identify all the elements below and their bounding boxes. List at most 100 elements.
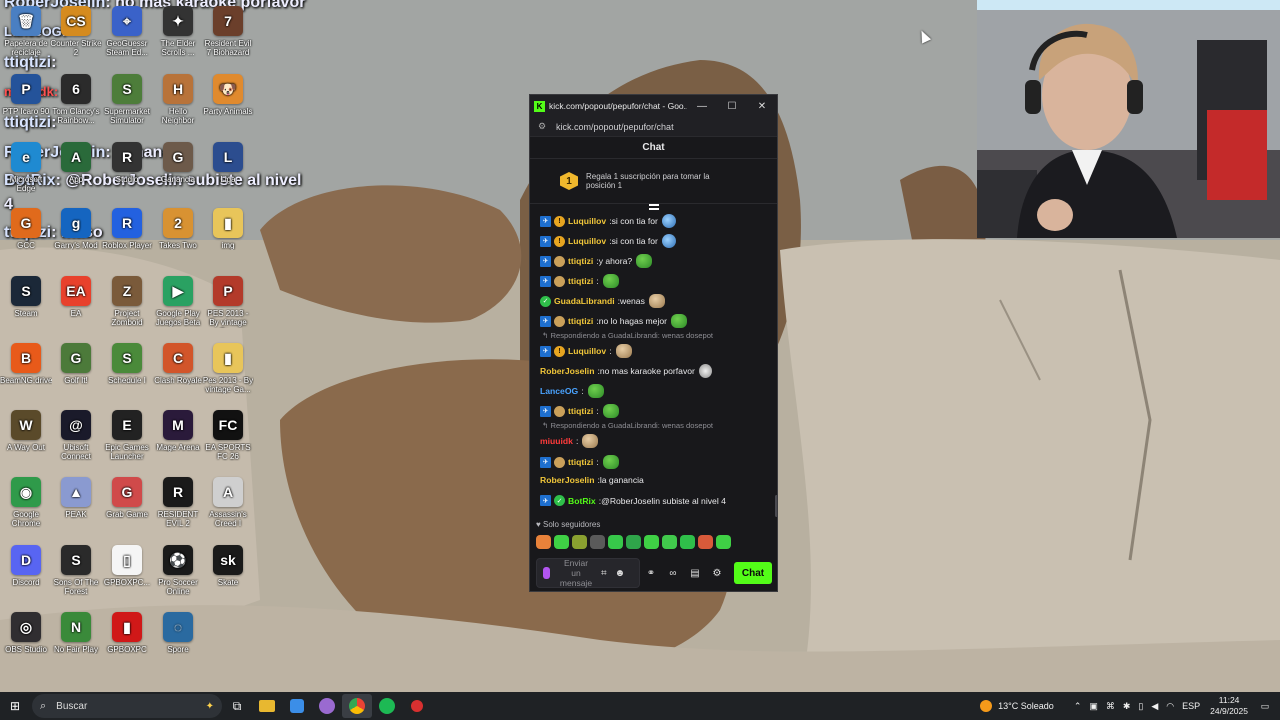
chat-message[interactable]: ✈! Luquillov: [540, 344, 632, 358]
chat-message[interactable]: ✈ ttiqtizi: [540, 455, 619, 469]
chrome-taskbar-icon[interactable] [342, 694, 372, 718]
desktop-icon[interactable]: CS Counter Strike 2 [50, 6, 102, 68]
desktop-icon[interactable]: D Discord [0, 545, 52, 607]
chat-username[interactable]: ttiqtizi [568, 457, 593, 467]
desktop-icon[interactable]: R RESIDENT EVIL 2 [152, 477, 204, 539]
send-chat-button[interactable]: Chat [734, 562, 772, 584]
chat-username[interactable]: GuadaLibrandi [554, 296, 615, 306]
desktop-icon[interactable]: ▮ GPBOXPC [101, 612, 153, 674]
taskbar-search[interactable]: ⌕ Buscar ✦ [32, 694, 222, 718]
chat-username[interactable]: miuuidk [540, 436, 573, 446]
desktop-icon[interactable]: ▯ GPBOXPC... [101, 545, 153, 607]
chat-username[interactable]: ttiqtizi [568, 316, 593, 326]
chat-message[interactable]: ✈ ✓ BotRix: @RoberJoselin subiste al nivel… [540, 495, 726, 506]
desktop-icon[interactable]: ◉ Google Chrome [0, 477, 52, 539]
chat-username[interactable]: Luquillov [568, 346, 606, 356]
desktop-icon[interactable]: S Sons Of The Forest [50, 545, 102, 607]
chat-message[interactable]: ✈ ttiqtizi: [540, 274, 619, 288]
emote-icon[interactable] [554, 535, 569, 549]
reply-context[interactable]: ↰ Respondiendo a GuadaLibrandi: wenas do… [542, 331, 713, 340]
desktop-icon[interactable]: @ Ubisoft Connect [50, 410, 102, 472]
desktop-icon[interactable]: Z Project Zomboid [101, 276, 153, 338]
desktop-icon[interactable]: P PTP Icaro 90 [0, 74, 52, 136]
chat-username[interactable]: ttiqtizi [568, 276, 593, 286]
chat-input[interactable]: Enviar un mensaje ⌗ ☻ [536, 558, 640, 588]
chat-username[interactable]: RoberJoselin [540, 366, 594, 376]
chat-message[interactable]: ✈ ttiqtizi: no lo hagas mejor [540, 314, 688, 328]
chat-message[interactable]: RoberJoselin: no mas karaoke porfavor [540, 364, 712, 378]
desktop-icon[interactable]: ⚽ Pro Soccer Online [152, 545, 204, 607]
desktop-icon[interactable]: FC EA SPORTS FC 26 [202, 410, 254, 472]
desktop-icon[interactable]: ◎ OBS Studio [0, 612, 52, 674]
address-bar[interactable]: ⚙ kick.com/popout/pepufor/chat [530, 117, 777, 137]
chat-message[interactable]: ✈! Luquillov: si con tia for [540, 214, 676, 228]
chat-username[interactable]: BotRix [568, 496, 596, 506]
file-explorer-icon[interactable] [252, 694, 282, 718]
speaker-icon[interactable]: ◀ [1151, 701, 1158, 712]
emote-icon[interactable] [644, 535, 659, 549]
chat-username[interactable]: RoberJoselin [540, 475, 594, 485]
desktop-icon[interactable]: ▶ Google Play Juegos Beta [152, 276, 204, 338]
emote-icon[interactable] [662, 535, 677, 549]
chat-username[interactable]: ttiqtizi [568, 256, 593, 266]
collapse-handle-icon[interactable] [649, 204, 659, 210]
weather-widget[interactable]: 13°C Soleado [980, 700, 1054, 712]
settings-gear-icon[interactable]: ⚙ [706, 568, 728, 579]
desktop-icon[interactable]: P PES 2013 - By vintage Ga... [202, 276, 254, 338]
chat-username[interactable]: Luquillov [568, 236, 606, 246]
share-icon[interactable]: ⚭ [640, 568, 662, 579]
desktop-icon[interactable]: S Steam [0, 276, 52, 338]
desktop-icon[interactable]: ▮ img [202, 208, 254, 270]
desktop-icon[interactable]: ◌ Spore [152, 612, 204, 674]
maximize-icon[interactable]: ☐ [717, 101, 747, 112]
desktop-icon[interactable]: S Supermarket Simulator [101, 74, 153, 136]
link-icon[interactable]: ∞ [662, 568, 684, 579]
chat-message-list[interactable]: ✈! Luquillov: si con tia for ✈! Luquillov: … [530, 212, 770, 512]
emote-icon[interactable] [536, 535, 551, 549]
desktop-icon[interactable]: ⌖ GeoGuessr Steam Ed... [101, 6, 153, 68]
desktop-icon[interactable]: G Ganancia [152, 142, 204, 204]
obs-taskbar-icon[interactable] [312, 694, 342, 718]
close-icon[interactable]: ✕ [747, 101, 777, 112]
desktop-icon[interactable]: sk Skate [202, 545, 254, 607]
desktop-icon[interactable]: ▲ PEAK [50, 477, 102, 539]
desktop-icon[interactable]: M Mage Arena [152, 410, 204, 472]
desktop-icon[interactable]: ▮ Pes 2013 - By vintage Ga... [202, 343, 254, 405]
desktop-icon[interactable]: 🗑 Papelera de reciclaje [0, 6, 52, 68]
desktop-icon[interactable]: ✦ The Elder Scrolls ... [152, 6, 204, 68]
desktop-icon[interactable]: 🐶 Party Animals [202, 74, 254, 136]
desktop-icon[interactable]: S Schedule I [101, 343, 153, 405]
emote-icon[interactable] [608, 535, 623, 549]
emote-icon[interactable] [572, 535, 587, 549]
desktop-icon[interactable]: A Assassin's Creed I [202, 477, 254, 539]
microphone-icon[interactable]: ▯ [1138, 701, 1143, 712]
desktop-icon[interactable]: G GCC [0, 208, 52, 270]
window-titlebar[interactable]: K kick.com/popout/pepufor/chat - Goo... … [530, 95, 777, 117]
desktop-icon[interactable]: A App [50, 142, 102, 204]
chat-message[interactable]: miuuidk: [540, 434, 599, 448]
microsoft-store-icon[interactable] [282, 694, 312, 718]
desktop-icon[interactable]: G Grab Game [101, 477, 153, 539]
desktop-icon[interactable]: G Golf It! [50, 343, 102, 405]
network-icon[interactable]: ⌘ [1106, 701, 1115, 712]
app-taskbar-icon[interactable] [402, 694, 432, 718]
desktop-icon[interactable]: R Studio [101, 142, 153, 204]
site-settings-icon[interactable]: ⚙ [538, 121, 550, 132]
desktop-icon[interactable]: EA EA [50, 276, 102, 338]
chat-message[interactable]: RoberJoselin: la ganancia [540, 475, 644, 485]
chat-scrollbar[interactable] [775, 495, 777, 517]
emote-icon[interactable] [716, 535, 731, 549]
mic-icon[interactable] [543, 567, 550, 579]
desktop-icon[interactable]: B BeamNG.drive [0, 343, 52, 405]
minimize-icon[interactable]: — [687, 101, 717, 112]
desktop-icon[interactable]: 2 Takes Two [152, 208, 204, 270]
windows-start-icon[interactable]: ⊞ [0, 699, 30, 713]
emote-icon[interactable] [626, 535, 641, 549]
spotify-taskbar-icon[interactable] [372, 694, 402, 718]
desktop-icon[interactable]: E Epic Games Launcher [101, 410, 153, 472]
reply-context[interactable]: ↰ Respondiendo a GuadaLibrandi: wenas do… [542, 421, 713, 430]
desktop-icon[interactable]: g Garry's Mod [50, 208, 102, 270]
notifications-icon[interactable]: ▭ [1256, 701, 1274, 712]
chat-username[interactable]: LanceOG [540, 386, 578, 396]
bluetooth-icon[interactable]: ✱ [1123, 701, 1131, 712]
